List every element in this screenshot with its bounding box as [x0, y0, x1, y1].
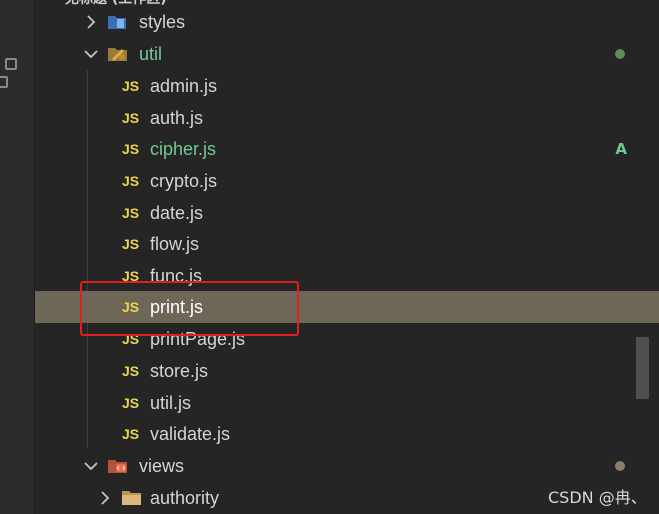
tree-item-file-selected[interactable]: JS print.js	[35, 291, 659, 323]
chevron-down-icon	[83, 450, 99, 482]
tree-item-label: flow.js	[150, 234, 200, 254]
tree-item-util[interactable]: util	[35, 38, 659, 70]
tree-item-file[interactable]: JS crypto.js	[35, 165, 659, 197]
tree-item-file[interactable]: JS cipher.js A	[35, 133, 659, 165]
tree-item-file[interactable]: JS date.js	[35, 197, 659, 229]
tree-item-label: util.js	[150, 393, 192, 413]
tree-item-label: auth.js	[150, 108, 204, 128]
tree-item-label: validate.js	[150, 424, 231, 444]
tree-item-label: views	[139, 456, 185, 476]
modified-dot	[615, 461, 625, 471]
js-file-icon: JS	[122, 426, 140, 442]
tree-item-label: authority	[150, 488, 220, 508]
tree-item-file[interactable]: JS func.js	[35, 260, 659, 292]
folder-icon	[121, 488, 143, 508]
tree-item-label: store.js	[150, 361, 209, 381]
js-file-icon: JS	[122, 268, 140, 284]
activity-bar	[0, 0, 35, 514]
tree-item-label: cipher.js	[150, 139, 217, 159]
tree-item-file[interactable]: JS admin.js	[35, 70, 659, 102]
chevron-down-icon	[83, 38, 99, 70]
chevron-right-icon	[83, 6, 99, 38]
js-file-icon: JS	[122, 110, 140, 126]
tree-item-file[interactable]: JS validate.js	[35, 418, 659, 450]
tree-item-label: printPage.js	[150, 329, 246, 349]
tree-item-file[interactable]: JS printPage.js	[35, 323, 659, 355]
tree-item-file[interactable]: JS store.js	[35, 355, 659, 387]
activity-icon[interactable]	[5, 58, 17, 70]
added-badge: A	[615, 140, 627, 158]
js-file-icon: JS	[122, 173, 140, 189]
js-file-icon: JS	[122, 299, 140, 315]
modified-dot	[615, 49, 625, 59]
views-folder-icon	[107, 456, 129, 476]
js-file-icon: JS	[122, 363, 140, 379]
js-file-icon: JS	[122, 205, 140, 221]
tree-item-label: func.js	[150, 266, 203, 286]
tree-item-label: print.js	[150, 297, 204, 317]
tree-item-file[interactable]: JS auth.js	[35, 102, 659, 134]
js-file-icon: JS	[122, 236, 140, 252]
chevron-right-icon	[97, 482, 113, 514]
tree-item-label: util	[139, 44, 163, 64]
tree-item-label: date.js	[150, 203, 204, 223]
tree-item-styles[interactable]: styles	[35, 6, 659, 38]
js-file-icon: JS	[122, 395, 140, 411]
tree-item-views[interactable]: views	[35, 450, 659, 482]
js-file-icon: JS	[122, 331, 140, 347]
tree-item-file[interactable]: JS flow.js	[35, 228, 659, 260]
tree-item-label: crypto.js	[150, 171, 218, 191]
js-file-icon: JS	[122, 78, 140, 94]
tree-item-file[interactable]: JS util.js	[35, 387, 659, 419]
tree-item-label: styles	[139, 12, 186, 32]
styles-folder-icon	[107, 12, 129, 32]
activity-icon[interactable]	[0, 76, 8, 88]
util-folder-icon	[107, 44, 129, 64]
file-explorer: 无标题 (工作区) styles util JS admin.js JS aut…	[35, 0, 659, 514]
tree-item-label: admin.js	[150, 76, 218, 96]
watermark-text: CSDN @冉、	[548, 488, 647, 507]
scrollbar-thumb[interactable]	[636, 337, 649, 399]
scrollbar-track[interactable]	[635, 0, 649, 514]
js-file-icon: JS	[122, 141, 140, 157]
